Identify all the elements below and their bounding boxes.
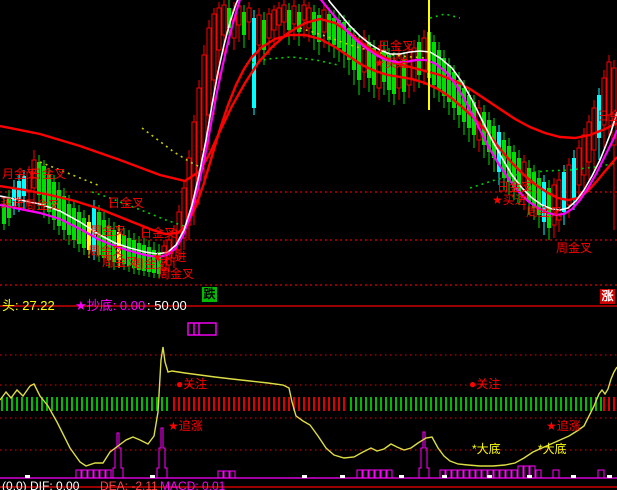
fall-badge: 跌: [202, 287, 217, 302]
indicator-title-threshold: : 50.00: [147, 299, 187, 313]
status-dea: DEA: -2.11: [100, 480, 158, 490]
indicator-title-value: 头: 27.22: [2, 299, 55, 313]
status-dif: (0.0) DIF: 0.00: [2, 480, 79, 490]
stock-chart-window: 月金叉日金叉买进周金叉日金叉周金叉日金叉周金叉周金叉★买进周金叉周金叉日金叉★买…: [0, 0, 617, 490]
indicator-title-chaodi: ★抄底: 0.00: [75, 299, 145, 313]
chart-canvas[interactable]: [0, 0, 617, 490]
rise-badge: 涨: [600, 289, 615, 304]
status-macd: MACD: 0.01: [160, 480, 225, 490]
